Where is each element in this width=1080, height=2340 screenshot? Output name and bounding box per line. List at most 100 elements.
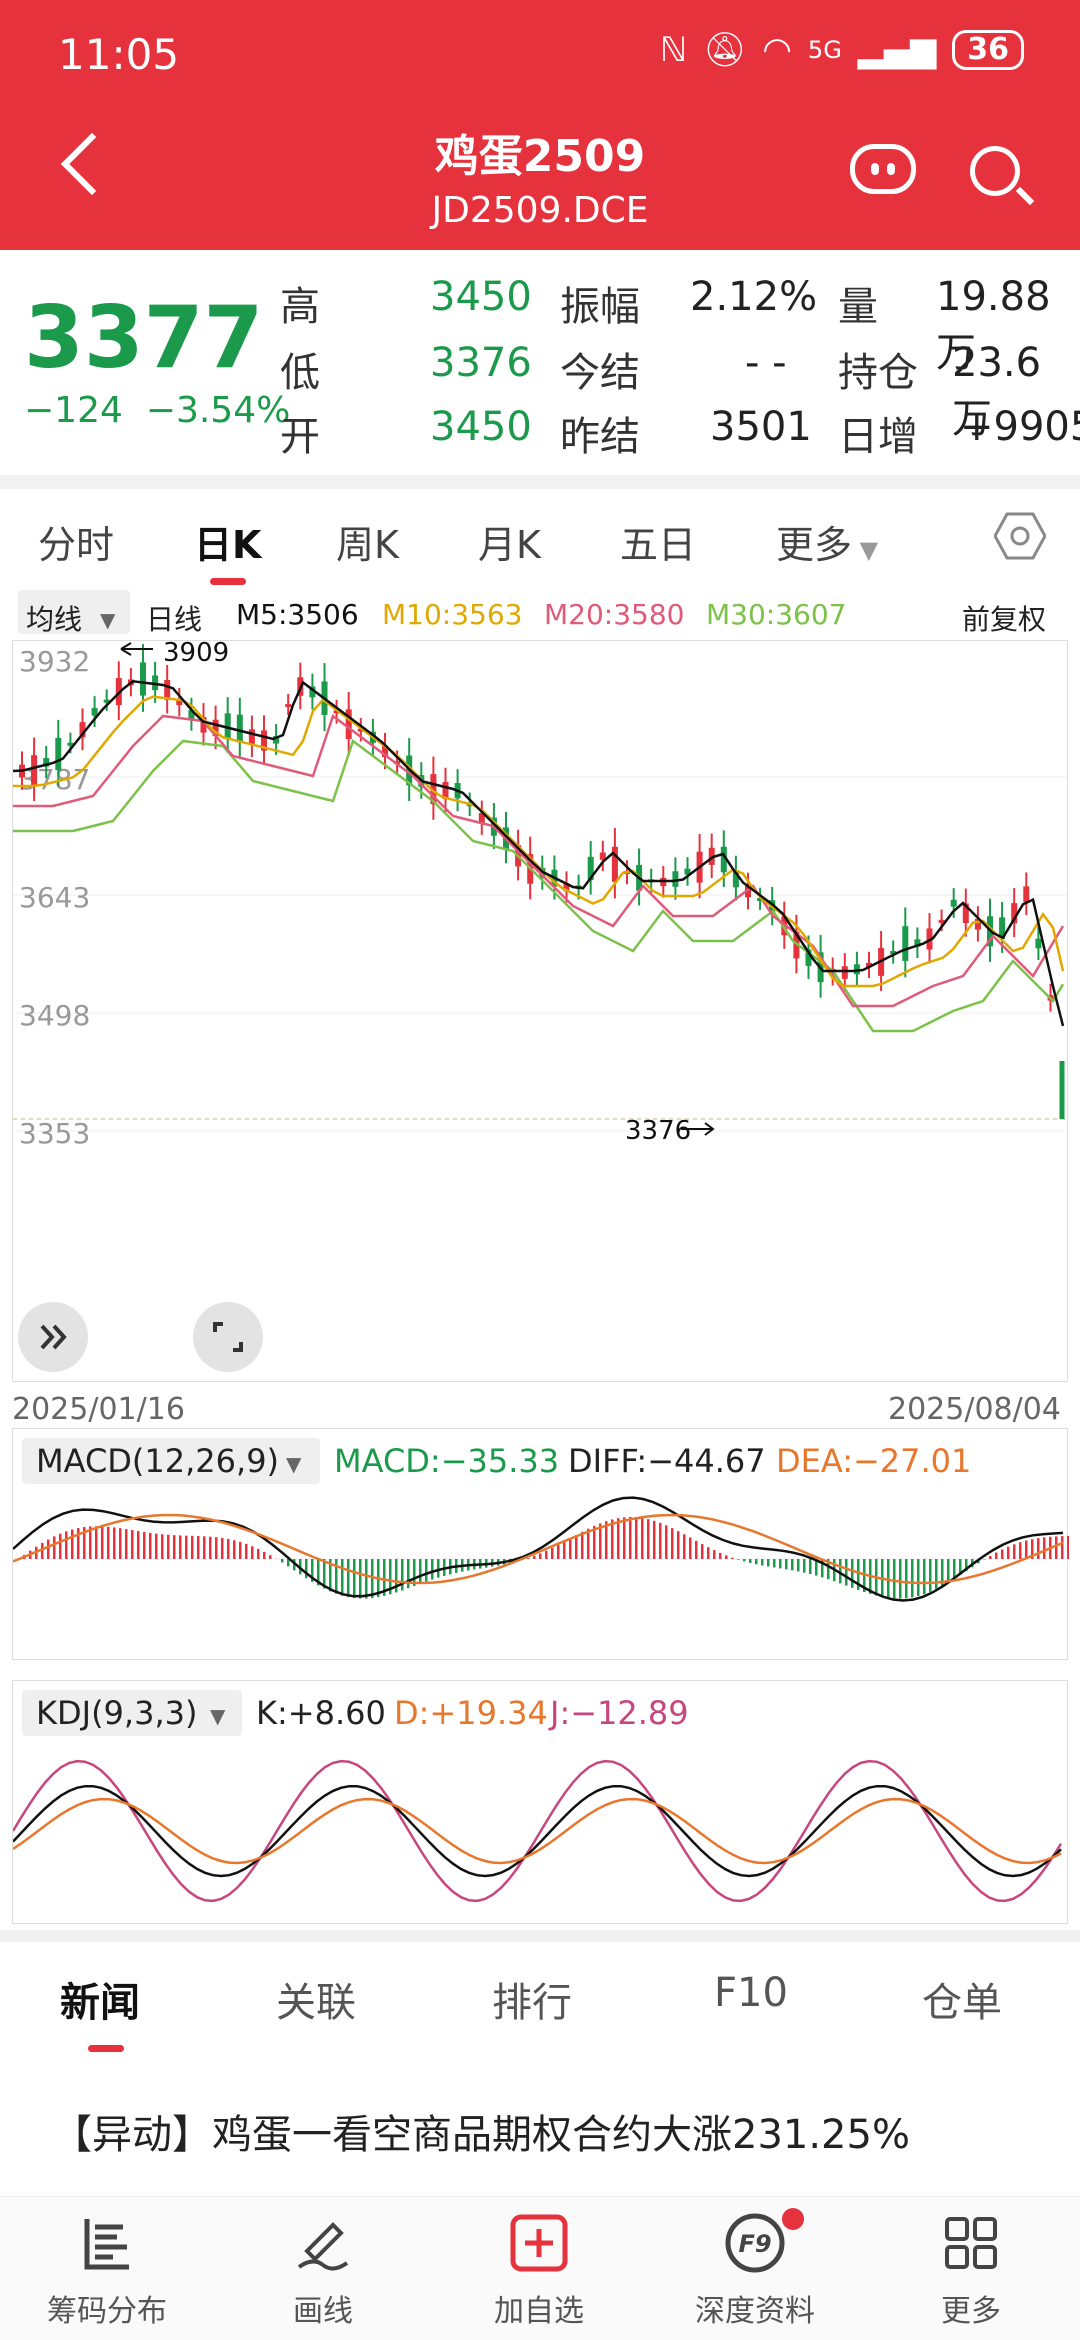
more-label: 更多 [941, 2294, 1001, 2329]
wifi-icon: ◠ [762, 30, 792, 70]
y-axis-label: 3353 [19, 1117, 90, 1150]
macd-histogram-bar [947, 1559, 950, 1583]
j-value: J:−12.89 [550, 1694, 689, 1732]
high-value: 3450 [430, 274, 532, 320]
prev-settle-label: 昨结 [560, 414, 640, 460]
low-value: 3376 [430, 340, 532, 386]
kline-chart[interactable]: 3932 3787 3643 3498 3353 3909 3376 [12, 640, 1069, 1382]
draw-line-label: 画线 [293, 2294, 353, 2329]
macd-histogram-bar [1061, 1536, 1064, 1559]
chevron-down-icon: ▼ [100, 608, 116, 632]
macd-histogram-bar [767, 1559, 770, 1567]
chevron-down-icon: ▼ [210, 1704, 226, 1728]
tab-five-day[interactable]: 五日 [620, 514, 696, 569]
adjust-mode[interactable]: 前复权 [962, 598, 1046, 638]
macd-histogram-bar [803, 1559, 806, 1573]
macd-histogram-bar [53, 1536, 56, 1559]
macd-histogram-bar [545, 1550, 548, 1559]
tab-more-label: 更多 [776, 523, 853, 567]
pen-icon [297, 2222, 349, 2271]
chip-distribution-button[interactable]: 筹码分布 [32, 2208, 182, 2330]
macd-histogram-bar [647, 1519, 650, 1559]
tab-more[interactable]: 更多 ▼ [776, 514, 878, 569]
candle-body [285, 704, 292, 708]
mute-icon: 🔕︎ [703, 30, 747, 70]
price-change: −124 −3.54% [24, 390, 290, 431]
fullscreen-icon[interactable] [193, 1302, 263, 1372]
tab-related[interactable]: 关联 [276, 1970, 356, 2028]
macd-histogram-bar [755, 1559, 758, 1565]
contract-code: JD2509.DCE [431, 190, 649, 231]
period-label: 日线 [146, 603, 203, 636]
news-headline[interactable]: 【异动】鸡蛋一看空商品期权合约大涨231.25% [52, 2102, 910, 2160]
macd-histogram-bar [557, 1544, 560, 1559]
macd-histogram-bar [737, 1559, 740, 1560]
macd-histogram-bar [743, 1559, 746, 1562]
macd-histogram-bar [713, 1550, 716, 1559]
macd-histogram-bar [1013, 1544, 1016, 1559]
candle-body [1023, 886, 1030, 903]
macd-histogram-bar [221, 1537, 224, 1559]
macd-histogram-bar [347, 1559, 350, 1598]
macd-histogram-bar [671, 1528, 674, 1559]
open-value: 3450 [430, 404, 532, 450]
dea-value: DEA:−27.01 [776, 1442, 972, 1480]
macd-histogram-bar [215, 1537, 218, 1559]
macd-histogram-bar [893, 1559, 896, 1599]
macd-histogram-bar [791, 1559, 794, 1571]
y-axis-label: 3643 [19, 881, 90, 914]
macd-histogram-bar [581, 1531, 584, 1559]
candle-body [31, 755, 38, 786]
tab-warehouse-receipt[interactable]: 仓单 [922, 1970, 1002, 2028]
macd-histogram-bar [923, 1559, 926, 1595]
macd-histogram-bar [197, 1536, 200, 1559]
battery-icon: 36 [952, 30, 1024, 70]
macd-histogram-bar [731, 1557, 734, 1559]
expand-sidebar-icon[interactable] [18, 1302, 88, 1372]
macd-histogram-bar [899, 1559, 902, 1599]
search-icon[interactable] [970, 146, 1020, 196]
settings-icon[interactable] [994, 512, 1046, 560]
macd-histogram-bar [935, 1559, 938, 1590]
macd-histogram-bar [131, 1530, 134, 1559]
macd-histogram-bar [809, 1559, 812, 1575]
macd-histogram-bar [65, 1531, 68, 1559]
macd-histogram-bar [239, 1541, 242, 1559]
network-type: 5G [807, 36, 842, 64]
diff-value: DIFF:−44.67 [568, 1442, 766, 1480]
macd-value: MACD:−35.33 [334, 1442, 560, 1480]
tab-monthly-k[interactable]: 月K [478, 514, 541, 569]
add-watchlist-button[interactable]: 加自选 [464, 2208, 614, 2330]
more-button[interactable]: 更多 [896, 2208, 1046, 2330]
macd-histogram-bar [797, 1559, 800, 1572]
macd-histogram-bar [689, 1537, 692, 1559]
macd-histogram-bar [527, 1558, 530, 1559]
tab-daily-k[interactable]: 日K [194, 514, 261, 569]
tab-weekly-k[interactable]: 周K [336, 514, 399, 569]
macd-histogram-bar [707, 1547, 710, 1559]
macd-histogram-bar [47, 1539, 50, 1559]
macd-histogram-bar [353, 1559, 356, 1599]
kline-svg: 3932378736433498335339093376 [13, 641, 1069, 1150]
deep-data-button[interactable]: F9 深度资料 [680, 2208, 830, 2330]
assistant-robot-icon[interactable] [850, 144, 916, 194]
macd-histogram-bar [725, 1555, 728, 1559]
tab-news[interactable]: 新闻 [60, 1970, 140, 2028]
macd-histogram-bar [623, 1517, 626, 1559]
macd-histogram-bar [335, 1559, 338, 1594]
tab-f10[interactable]: F10 [714, 1970, 788, 2016]
macd-histogram-bar [677, 1531, 680, 1559]
macd-histogram-bar [209, 1536, 212, 1559]
macd-histogram-bar [437, 1559, 440, 1578]
tab-ranking[interactable]: 排行 [492, 1970, 572, 2028]
settle-label: 今结 [560, 350, 640, 396]
macd-histogram-bar [365, 1559, 368, 1599]
tab-intraday[interactable]: 分时 [38, 514, 114, 569]
draw-line-button[interactable]: 画线 [248, 2208, 398, 2330]
y-axis-label: 3498 [19, 999, 90, 1032]
macd-histogram-bar [143, 1532, 146, 1559]
macd-histogram-bar [71, 1529, 74, 1559]
high-price-label: 3909 [163, 641, 229, 668]
volume-label: 量 [838, 284, 878, 330]
macd-histogram-bar [401, 1559, 404, 1591]
